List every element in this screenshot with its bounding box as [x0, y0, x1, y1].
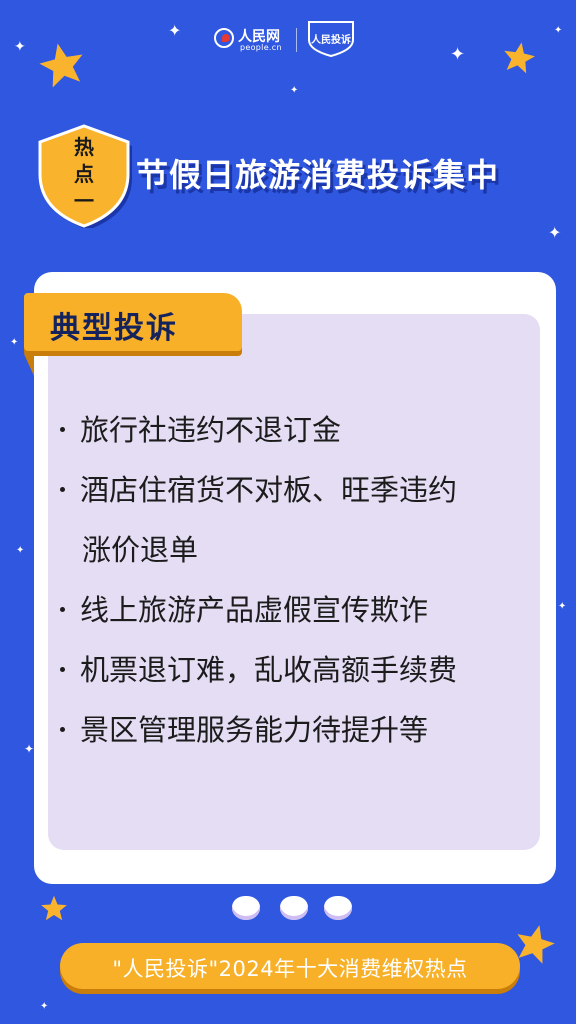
- badge-char: 一: [74, 189, 94, 213]
- typical-complaints-tag: 典型投诉: [24, 293, 242, 351]
- decorative-dot: [324, 896, 352, 920]
- sparkle-icon: ✦: [10, 337, 19, 348]
- page-title: 节假日旅游消费投诉集中: [136, 156, 500, 194]
- sparkle-icon: ✦: [24, 742, 35, 756]
- sparkle-icon: ✦: [450, 44, 466, 65]
- list-item: 旅行社违约不退订金: [58, 400, 528, 460]
- star-icon: [504, 42, 535, 74]
- hotspot-badge-text: 热 点 一: [36, 134, 132, 215]
- complaint-list: 旅行社违约不退订金 酒店住宿货不对板、旺季违约 涨价退单 线上旅游产品虚假宣传欺…: [58, 400, 528, 760]
- complaint-logo-text: 人民投诉: [311, 35, 351, 46]
- footer-text: "人民投诉"2024年十大消费维权热点: [112, 957, 468, 981]
- badge-char: 点: [74, 162, 94, 186]
- sparkle-icon: ✦: [40, 1001, 49, 1012]
- people-logo-en: people.cn: [240, 43, 282, 52]
- sparkle-icon: ✦: [16, 545, 25, 556]
- tag-label: 典型投诉: [50, 311, 178, 346]
- hotspot-badge: 热 点 一: [36, 124, 132, 228]
- star-icon: [41, 895, 67, 921]
- tag-fold: [24, 354, 34, 376]
- list-item: 机票退订难，乱收高额手续费: [58, 640, 528, 700]
- decorative-dot: [232, 896, 260, 920]
- list-item: 酒店住宿货不对板、旺季违约: [58, 460, 528, 520]
- list-item: 景区管理服务能力待提升等: [58, 700, 528, 760]
- people-complaint-logo: 人民投诉: [303, 18, 359, 58]
- sparkle-icon: ✦: [558, 601, 567, 612]
- star-icon: [39, 43, 83, 88]
- badge-char: 热: [74, 135, 94, 159]
- sparkle-icon: ✦: [290, 85, 299, 96]
- people-logo-icon: [214, 28, 234, 48]
- sparkle-icon: ✦: [548, 223, 562, 242]
- list-item-continuation: 涨价退单: [82, 533, 199, 567]
- decorative-dot: [280, 896, 308, 920]
- star-icon: [517, 925, 555, 964]
- footer-banner: "人民投诉"2024年十大消费维权热点: [60, 943, 520, 989]
- logo-divider: [296, 28, 297, 52]
- sparkle-icon: ✦: [168, 21, 182, 40]
- people-daily-logo: 人民网 people.cn: [214, 26, 290, 52]
- sparkle-icon: ✦: [14, 39, 26, 55]
- sparkle-icon: ✦: [554, 25, 563, 36]
- list-item: 线上旅游产品虚假宣传欺诈: [58, 580, 528, 640]
